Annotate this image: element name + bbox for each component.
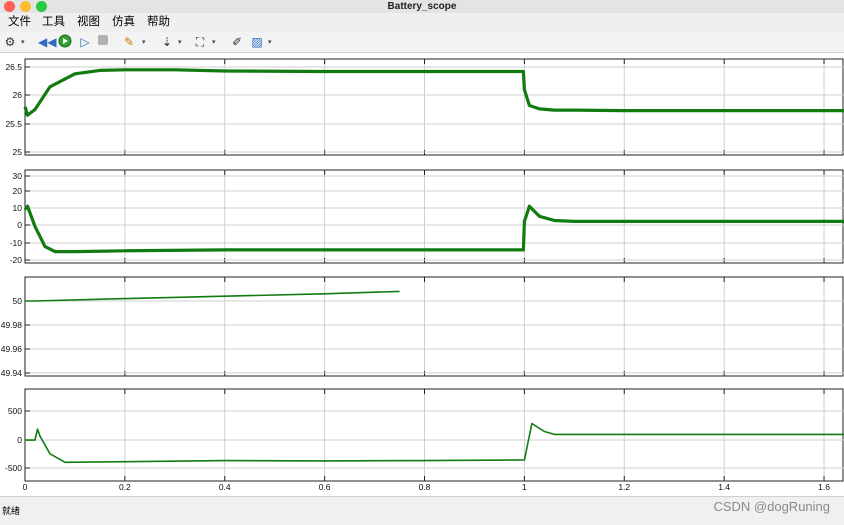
x-tick-label: 0.2: [119, 482, 131, 492]
properties-icon[interactable]: ▨: [250, 34, 264, 50]
run-icon[interactable]: [58, 34, 72, 50]
y-tick-label: -10: [10, 238, 23, 248]
y-tick-label: 50: [13, 296, 23, 306]
y-tick-label: 26.5: [5, 62, 22, 72]
x-tick-label: 1.6: [818, 482, 830, 492]
x-tick-label: 0.8: [419, 482, 431, 492]
x-tick-label: 1: [522, 482, 527, 492]
watermark: CSDN @dogRuning: [713, 499, 830, 514]
y-tick-label: 26: [13, 90, 23, 100]
scope-display[interactable]: 26.52625.5253020100-10-205049.9849.9649.…: [0, 53, 844, 496]
menu-view[interactable]: 视图: [77, 14, 100, 31]
y-tick-label: 0: [17, 220, 22, 230]
y-tick-label: 30: [13, 171, 23, 181]
stop-icon[interactable]: [97, 34, 109, 50]
zoom-dropdown-icon[interactable]: ▾: [212, 35, 216, 51]
window-title: Battery_scope: [387, 1, 457, 12]
x-tick-label: 1.2: [618, 482, 630, 492]
scope-plot-area: 26.5 26 25.5 25 30 20 10 0 -10 -20 50 49.98 49.96 49.…: [0, 53, 844, 496]
menu-file[interactable]: 文件: [8, 14, 31, 31]
menu-tools[interactable]: 工具: [42, 14, 65, 31]
settings-dropdown-icon[interactable]: ▾: [21, 35, 25, 51]
y-tick-label: 49.96: [1, 344, 23, 354]
x-tick-label: 0.4: [219, 482, 231, 492]
menu-help[interactable]: 帮助: [147, 14, 170, 31]
cursor-dropdown-icon[interactable]: ▾: [178, 35, 182, 51]
y-tick-label: -20: [10, 255, 23, 265]
x-tick-label: 0.6: [319, 482, 331, 492]
y-tick-label: -500: [5, 463, 22, 473]
menu-bar: 文件 工具 视图 仿真 帮助: [0, 13, 844, 32]
settings-icon[interactable]: ⚙: [3, 34, 17, 50]
properties-dropdown-icon[interactable]: ▾: [268, 35, 272, 51]
y-tick-label: 0: [17, 435, 22, 445]
status-bar: 就绪 CSDN @dogRuning: [0, 496, 844, 525]
highlight-dropdown-icon[interactable]: ▾: [142, 35, 146, 51]
step-back-icon[interactable]: ◀◀: [38, 34, 56, 50]
y-tick-label: 49.94: [1, 368, 23, 378]
y-tick-label: 20: [13, 186, 23, 196]
y-tick-label: 49.98: [1, 320, 23, 330]
title-bar: Battery_scope: [0, 0, 844, 13]
cursor-icon[interactable]: ⇣: [160, 34, 174, 50]
x-tick-label: 0: [23, 482, 28, 492]
y-tick-label: 10: [13, 203, 23, 213]
axes-3: [24, 276, 844, 377]
axes-1: [24, 58, 844, 156]
zoom-icon[interactable]: ⛶: [193, 34, 207, 50]
step-forward-icon[interactable]: ▷: [78, 34, 92, 50]
status-text: 就绪: [2, 506, 21, 516]
y-tick-label: 25.5: [5, 119, 22, 129]
style-icon[interactable]: ✐: [230, 34, 244, 50]
menu-simulation[interactable]: 仿真: [112, 14, 135, 31]
y-tick-label: 25: [13, 147, 23, 157]
highlight-icon[interactable]: ✎: [122, 34, 136, 50]
y-tick-label: 500: [8, 406, 22, 416]
toolbar: ⚙ ▾ ◀◀ ▷ ✎ ▾ ⇣ ▾ ⛶ ▾ ✐ ▨ ▾: [0, 32, 844, 53]
x-tick-label: 1.4: [718, 482, 730, 492]
